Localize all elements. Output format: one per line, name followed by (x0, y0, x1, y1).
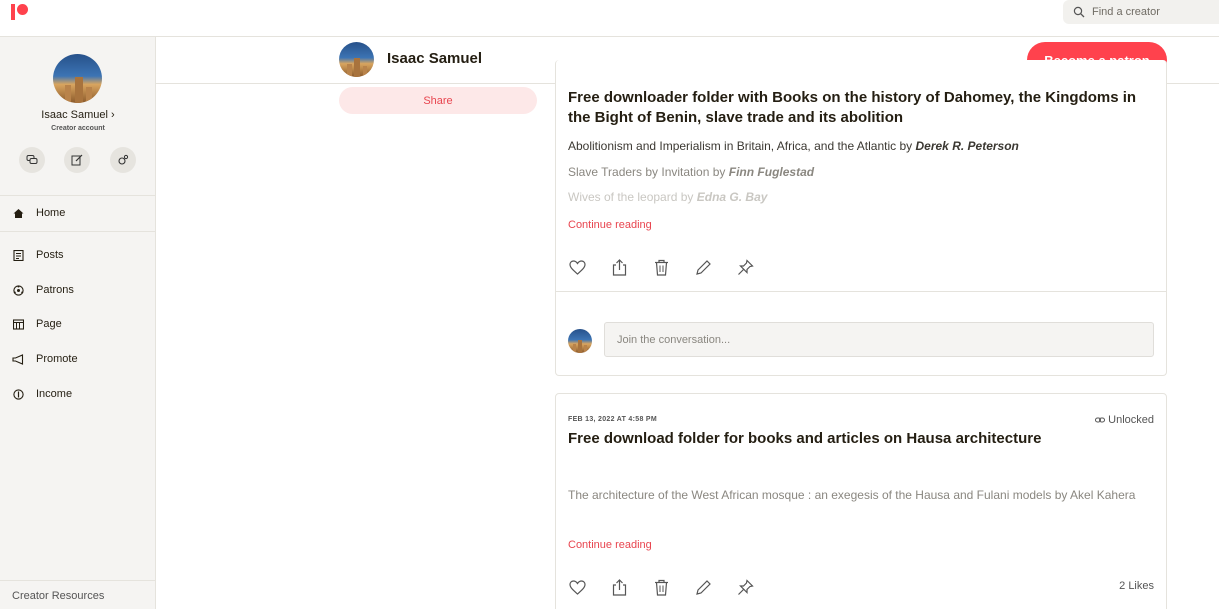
creator-name-link[interactable]: Isaac Samuel › (0, 109, 156, 121)
post-excerpt: The architecture of the West African mos… (568, 488, 1136, 502)
home-icon (12, 207, 24, 219)
sidebar-divider (0, 231, 155, 232)
continue-reading-link[interactable]: Continue reading (568, 219, 652, 231)
link-icon (1095, 417, 1106, 423)
pin-icon[interactable] (736, 578, 754, 596)
search-icon (1073, 6, 1085, 18)
avatar (568, 329, 592, 353)
sidebar-item-label: Patrons (36, 284, 74, 296)
page-icon (12, 318, 24, 330)
status-badge: Unlocked (1095, 414, 1154, 426)
card-divider (556, 291, 1166, 292)
share-button[interactable]: Share (339, 87, 537, 114)
edit-page-button[interactable] (64, 147, 90, 173)
pin-icon[interactable] (736, 258, 754, 276)
sidebar-divider (0, 580, 155, 581)
comment-input[interactable]: Join the conversation... (604, 322, 1154, 357)
share-icon[interactable] (610, 578, 628, 596)
top-bar: Find a creator (0, 0, 1219, 37)
post-actions (568, 578, 778, 596)
megaphone-icon (12, 353, 24, 365)
post-actions (568, 258, 778, 276)
sidebar-item-label: Home (36, 207, 66, 219)
settings-button[interactable] (110, 147, 136, 173)
avatar[interactable] (53, 54, 102, 103)
sidebar: Isaac Samuel › Creator account Home Post… (0, 37, 156, 609)
post-card: FEB 13, 2022 AT 4:58 PM Unlocked Free do… (555, 393, 1167, 609)
post-title[interactable]: Free downloader folder with Books on the… (568, 88, 1158, 128)
sidebar-item-posts[interactable]: Posts (0, 243, 155, 267)
creator-resources-link[interactable]: Creator Resources (12, 590, 104, 602)
like-icon[interactable] (568, 578, 586, 596)
like-icon[interactable] (568, 258, 586, 276)
sidebar-item-promote[interactable]: Promote (0, 347, 155, 371)
creator-name[interactable]: Isaac Samuel (387, 50, 482, 67)
patreon-logo-icon[interactable] (11, 4, 31, 20)
sidebar-item-page[interactable]: Page (0, 312, 155, 336)
trash-icon[interactable] (652, 258, 670, 276)
sidebar-item-label: Posts (36, 249, 64, 261)
sidebar-item-label: Income (36, 388, 73, 400)
share-icon[interactable] (610, 258, 628, 276)
pencil-icon[interactable] (694, 578, 712, 596)
gear-icon (118, 154, 129, 165)
post-excerpt-line: Abolitionism and Imperialism in Britain,… (568, 139, 1019, 153)
patrons-icon (12, 284, 24, 296)
trash-icon[interactable] (652, 578, 670, 596)
post-excerpt-line: Slave Traders by Invitation by Finn Fugl… (568, 165, 815, 179)
chat-icon (26, 155, 38, 164)
income-icon (12, 388, 24, 400)
creator-role-label: Creator account (51, 125, 105, 132)
pencil-icon[interactable] (694, 258, 712, 276)
sidebar-item-home[interactable]: Home (0, 201, 155, 225)
post-excerpt-line: Wives of the leopard by Edna G. Bay (568, 190, 768, 204)
sidebar-item-income[interactable]: Income (0, 382, 155, 406)
sidebar-divider (0, 195, 155, 196)
continue-reading-link[interactable]: Continue reading (568, 539, 652, 551)
edit-icon (71, 154, 83, 166)
messages-button[interactable] (19, 147, 45, 173)
likes-count[interactable]: 2 Likes (1119, 580, 1154, 592)
post-card: Free downloader folder with Books on the… (555, 60, 1167, 376)
post-date: FEB 13, 2022 AT 4:58 PM (568, 416, 657, 423)
sidebar-item-patrons[interactable]: Patrons (0, 278, 155, 302)
search-placeholder: Find a creator (1092, 6, 1160, 18)
search-input[interactable]: Find a creator (1063, 0, 1219, 24)
sidebar-item-label: Promote (36, 353, 78, 365)
avatar[interactable] (339, 42, 374, 77)
posts-icon (12, 249, 24, 261)
sidebar-item-label: Page (36, 318, 62, 330)
post-title[interactable]: Free download folder for books and artic… (568, 429, 1158, 449)
